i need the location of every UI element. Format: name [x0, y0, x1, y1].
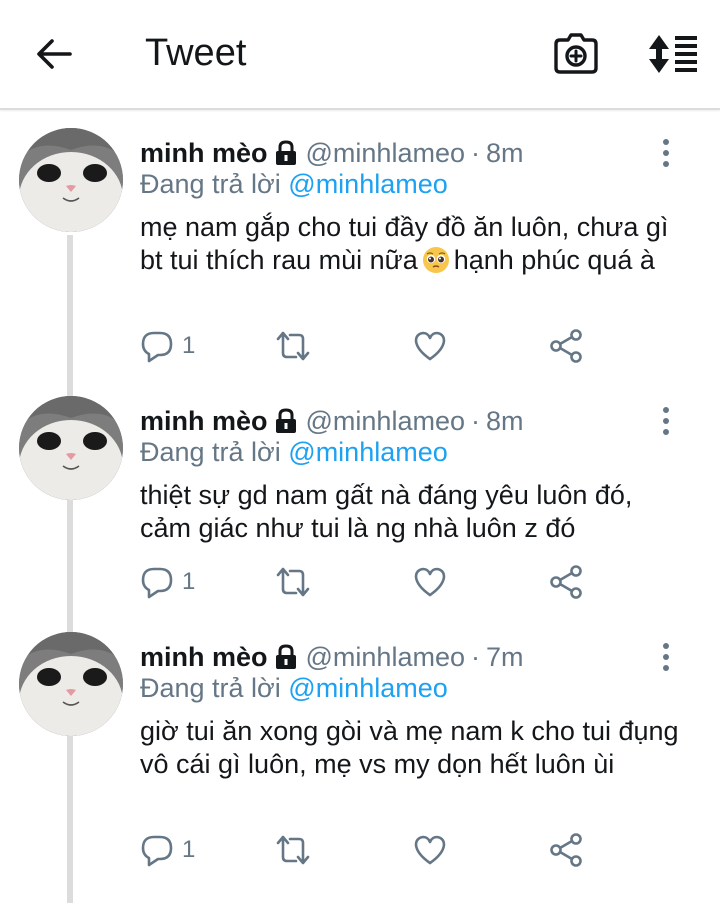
display-name[interactable]: minh mèo	[140, 642, 268, 673]
more-dot-icon	[663, 643, 669, 649]
tweet-item[interactable]: minh mèo @minhlameo · 7m Đang trả lời @m…	[0, 632, 720, 877]
replying-to-prefix: Đang trả lời	[140, 169, 281, 199]
heart-icon	[414, 331, 446, 361]
heart-icon	[414, 567, 446, 597]
avatar[interactable]	[19, 396, 123, 500]
more-dot-icon	[663, 665, 669, 671]
tweet-header: minh mèo @minhlameo · 8m	[140, 403, 524, 439]
more-dot-icon	[663, 150, 669, 156]
tweet-header: minh mèo @minhlameo · 8m	[140, 135, 524, 171]
display-name[interactable]: minh mèo	[140, 138, 268, 169]
tweet-text: thiệt sự gd nam gất nà đáng yêu luôn đó,…	[140, 480, 633, 543]
sort-button[interactable]	[646, 32, 698, 76]
like-button[interactable]	[413, 326, 447, 366]
more-dot-icon	[663, 418, 669, 424]
back-button[interactable]	[32, 34, 76, 74]
share-button[interactable]	[549, 562, 583, 602]
reply-count: 1	[182, 836, 196, 863]
more-dot-icon	[663, 654, 669, 660]
tweet-actions: 1	[140, 326, 600, 366]
replying-to: Đang trả lời @minhlameo	[140, 673, 448, 704]
tweet-actions: 1	[140, 830, 600, 870]
share-icon	[550, 565, 582, 599]
replying-to-handle[interactable]: @minhlameo	[288, 169, 447, 199]
reply-icon	[141, 835, 173, 867]
retweet-button[interactable]	[274, 326, 312, 366]
retweet-button[interactable]	[274, 562, 312, 602]
pleading-face-emoji	[422, 247, 449, 273]
retweet-icon	[276, 567, 310, 597]
reply-button[interactable]: 1	[140, 562, 195, 602]
retweet-icon	[276, 331, 310, 361]
share-button[interactable]	[549, 326, 583, 366]
timestamp[interactable]: 8m	[486, 138, 524, 169]
avatar[interactable]	[19, 128, 123, 232]
more-dot-icon	[663, 139, 669, 145]
like-button[interactable]	[413, 562, 447, 602]
separator-dot: ·	[470, 641, 480, 672]
lock-icon	[275, 140, 296, 165]
more-dot-icon	[663, 407, 669, 413]
separator-dot: ·	[470, 137, 480, 168]
replying-to-prefix: Đang trả lời	[140, 437, 281, 467]
page-title: Tweet	[145, 32, 247, 74]
reply-button[interactable]: 1	[140, 830, 195, 870]
reply-count: 1	[182, 568, 196, 595]
avatar[interactable]	[19, 632, 123, 736]
tweet-header: minh mèo @minhlameo · 7m	[140, 639, 524, 675]
cat-avatar-image	[19, 632, 123, 736]
arrow-left-icon	[37, 39, 72, 69]
share-button[interactable]	[549, 830, 583, 870]
replying-to: Đang trả lời @minhlameo	[140, 169, 448, 200]
camera-add-icon	[554, 33, 598, 74]
sort-order-icon	[649, 35, 697, 73]
tweet-text-part: hạnh phúc quá à	[453, 245, 655, 275]
more-dot-icon	[663, 429, 669, 435]
camera-button[interactable]	[552, 32, 600, 76]
replying-to-prefix: Đang trả lời	[140, 673, 281, 703]
share-icon	[550, 833, 582, 867]
replying-to-handle[interactable]: @minhlameo	[288, 673, 447, 703]
tweet-item[interactable]: minh mèo @minhlameo · 8m Đang trả lời @m…	[0, 128, 720, 373]
tweet-text: mẹ nam gắp cho tui đầy đồ ăn luôn, chưa …	[140, 211, 680, 277]
tweet-item[interactable]: minh mèo @minhlameo · 8m Đang trả lời @m…	[0, 396, 720, 611]
user-handle[interactable]: @minhlameo	[306, 406, 465, 437]
tweet-actions: 1	[140, 562, 600, 602]
cat-avatar-image	[19, 128, 123, 232]
more-dot-icon	[663, 161, 669, 167]
timestamp[interactable]: 8m	[486, 406, 524, 437]
replying-to-handle[interactable]: @minhlameo	[288, 437, 447, 467]
tweet-text: giờ tui ăn xong gòi và mẹ nam k cho tui …	[140, 716, 679, 779]
lock-icon	[275, 408, 296, 433]
reply-button[interactable]: 1	[140, 326, 195, 366]
user-handle[interactable]: @minhlameo	[306, 642, 465, 673]
cat-avatar-image	[19, 396, 123, 500]
reply-icon	[141, 567, 173, 599]
more-options-button[interactable]	[652, 637, 680, 677]
top-app-bar: Tweet	[0, 0, 720, 110]
share-icon	[550, 329, 582, 363]
more-options-button[interactable]	[652, 401, 680, 441]
retweet-button[interactable]	[274, 830, 312, 870]
lock-icon	[275, 644, 296, 669]
retweet-icon	[276, 835, 310, 865]
heart-icon	[414, 835, 446, 865]
reply-count: 1	[182, 332, 196, 359]
like-button[interactable]	[413, 830, 447, 870]
separator-dot: ·	[470, 405, 480, 436]
user-handle[interactable]: @minhlameo	[306, 138, 465, 169]
reply-icon	[141, 331, 173, 363]
display-name[interactable]: minh mèo	[140, 406, 268, 437]
replying-to: Đang trả lời @minhlameo	[140, 437, 448, 468]
timestamp[interactable]: 7m	[486, 642, 524, 673]
more-options-button[interactable]	[652, 133, 680, 173]
